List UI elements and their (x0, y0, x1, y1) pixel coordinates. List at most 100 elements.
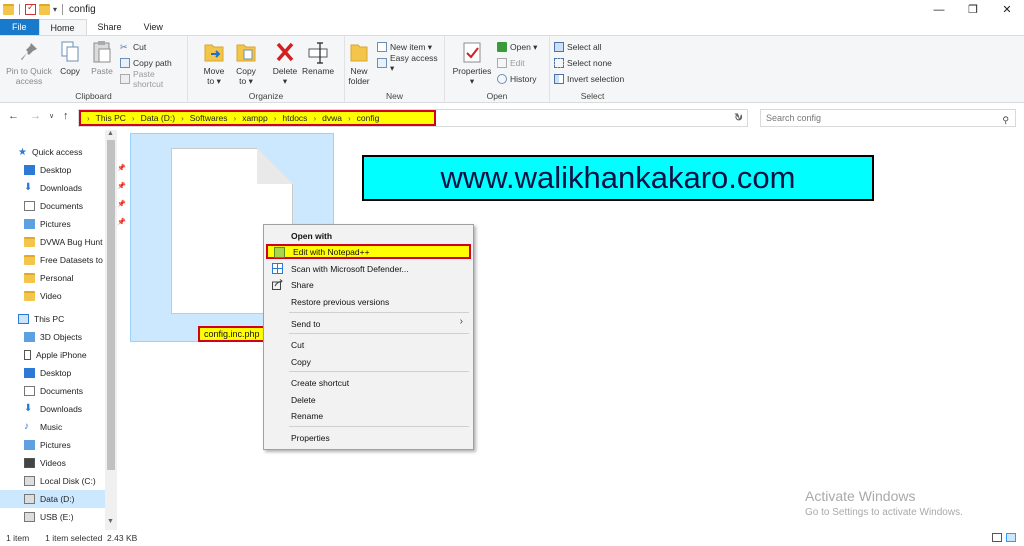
tab-view[interactable]: View (133, 19, 174, 35)
properties-button[interactable]: Properties ▾ (451, 40, 493, 86)
details-view-icon[interactable] (992, 533, 1002, 542)
open-label: Open ▾ (510, 41, 538, 52)
breadcrumb-config[interactable]: config (357, 113, 380, 123)
new-folder-quick-icon[interactable] (39, 4, 50, 15)
invert-selection-button[interactable]: Invert selection (554, 72, 624, 86)
easy-access-button[interactable]: Easy access ▾ (377, 53, 444, 73)
invert-selection-label: Invert selection (567, 74, 625, 84)
menu-separator (289, 426, 469, 427)
notepad-plus-plus-icon (274, 247, 285, 258)
menu-label: Send to (291, 318, 321, 329)
chevron-right-icon: › (273, 113, 277, 123)
new-group: New folder New item ▾ Easy access ▾ New (345, 36, 445, 103)
rename-button[interactable]: Rename (302, 40, 334, 76)
menu-open-with[interactable]: Open with (266, 228, 471, 243)
edit-icon (497, 58, 507, 68)
recent-locations-chevron-icon[interactable]: ∨ (49, 112, 54, 120)
move-to-label: Move to ▾ (203, 66, 225, 86)
nav-scrollbar[interactable]: ▲ ▼ (105, 130, 117, 530)
menu-delete[interactable]: Delete (266, 392, 471, 407)
close-button[interactable]: ✕ (990, 0, 1024, 19)
edit-button[interactable]: Edit (497, 56, 525, 70)
history-button[interactable]: History (497, 72, 536, 86)
tab-file[interactable]: File (0, 19, 39, 35)
properties-quick-icon[interactable] (25, 2, 36, 15)
menu-create-shortcut[interactable]: Create shortcut (266, 375, 471, 390)
menu-properties[interactable]: Properties (266, 430, 471, 445)
new-folder-button[interactable]: New folder (345, 40, 373, 86)
scroll-up-icon[interactable]: ▲ (107, 130, 114, 137)
tab-share[interactable]: Share (87, 19, 133, 35)
refresh-icon[interactable]: ↻ (734, 111, 743, 124)
move-to-button[interactable]: Move to ▾ (201, 40, 227, 86)
up-arrow-icon[interactable]: ↑ (63, 110, 69, 122)
nav-label: DVWA Bug Hunt (40, 237, 103, 247)
breadcrumb-this-pc[interactable]: This PC (96, 113, 126, 123)
breadcrumb-dvwa[interactable]: dvwa (322, 113, 342, 123)
large-icons-view-icon[interactable] (1006, 533, 1016, 542)
scroll-thumb[interactable] (107, 140, 115, 470)
tab-home[interactable]: Home (38, 19, 87, 35)
menu-scan-defender[interactable]: Scan with Microsoft Defender... (266, 261, 471, 276)
delete-button[interactable]: Delete ▾ (270, 40, 300, 86)
breadcrumb-data-d[interactable]: Data (D:) (141, 113, 175, 123)
copy-to-button[interactable]: Copy to ▾ (233, 40, 259, 86)
menu-label: Cut (291, 339, 305, 350)
menu-share[interactable]: Share (266, 277, 471, 292)
forward-arrow-icon[interactable]: → (30, 110, 41, 122)
scroll-down-icon[interactable]: ▼ (107, 518, 114, 525)
breadcrumb-xampp[interactable]: xampp (242, 113, 268, 123)
minimize-button[interactable]: — (922, 0, 956, 19)
chevron-right-icon: › (313, 113, 317, 123)
computer-icon (18, 314, 29, 324)
navigation-pane: ★ Quick access Desktop 📌 ⬇ Downloads 📌 D… (0, 130, 126, 530)
copy-path-button[interactable]: Copy path (120, 56, 172, 70)
open-group-label: Open (486, 91, 508, 101)
copy-button[interactable]: Copy (57, 40, 83, 76)
clipboard-group: Pin to Quick access Copy Paste ✂ Cut Cop… (0, 36, 188, 103)
menu-rename[interactable]: Rename (266, 408, 471, 423)
select-all-button[interactable]: Select all (554, 40, 602, 54)
pin-icon: 📌 (117, 183, 126, 190)
breadcrumb-softwares[interactable]: Softwares (190, 113, 228, 123)
menu-cut[interactable]: Cut (266, 337, 471, 352)
menu-edit-with-notepad-plus-plus[interactable]: Edit with Notepad++ (266, 244, 471, 259)
nav-label: Music (40, 422, 63, 432)
nav-item-data-d[interactable]: Data (D:) (0, 490, 105, 508)
menu-label: Delete (291, 394, 316, 405)
separator (62, 4, 64, 15)
chevron-right-icon: › (87, 113, 90, 123)
select-all-icon (554, 42, 564, 52)
menu-label: Share (291, 279, 314, 290)
customize-toolbar-icon[interactable]: ▾ (53, 5, 57, 14)
ribbon-tabs: File Home Share View (0, 19, 1024, 35)
new-folder-icon (348, 40, 370, 64)
breadcrumb-htdocs[interactable]: htdocs (282, 113, 307, 123)
open-button[interactable]: Open ▾ (497, 40, 537, 54)
menu-separator (289, 312, 469, 313)
nav-label: Desktop (40, 368, 72, 378)
menu-label: Open with (291, 230, 333, 241)
title-bar: ▾ config — ❐ ✕ (0, 0, 1024, 19)
paste-button[interactable]: Paste (88, 40, 116, 76)
menu-copy[interactable]: Copy (266, 354, 471, 369)
select-none-button[interactable]: Select none (554, 56, 612, 70)
easy-access-label: Easy access ▾ (389, 52, 438, 73)
copy-to-icon (235, 40, 257, 64)
pictures-icon (24, 440, 35, 450)
cut-button[interactable]: ✂ Cut (120, 40, 146, 54)
pin-to-quick-access-button[interactable]: Pin to Quick access (3, 40, 55, 86)
paste-shortcut-button[interactable]: Paste shortcut (120, 69, 187, 89)
open-group: Properties ▾ Open ▾ Edit History Open (445, 36, 550, 103)
search-input[interactable]: Search config ⚲ (760, 109, 1016, 127)
window-title: config (69, 4, 96, 15)
item-count: 1 item (6, 533, 30, 543)
menu-send-to[interactable]: Send to › (266, 316, 471, 331)
back-arrow-icon[interactable]: ← (8, 110, 19, 122)
menu-label: Edit with Notepad++ (293, 246, 370, 257)
cube-icon (24, 332, 35, 342)
restore-button[interactable]: ❐ (956, 0, 990, 19)
separator (19, 4, 20, 15)
address-bar[interactable]: › This PC › Data (D:) › Softwares › xamp… (78, 109, 748, 127)
menu-restore-previous-versions[interactable]: Restore previous versions (266, 294, 471, 309)
